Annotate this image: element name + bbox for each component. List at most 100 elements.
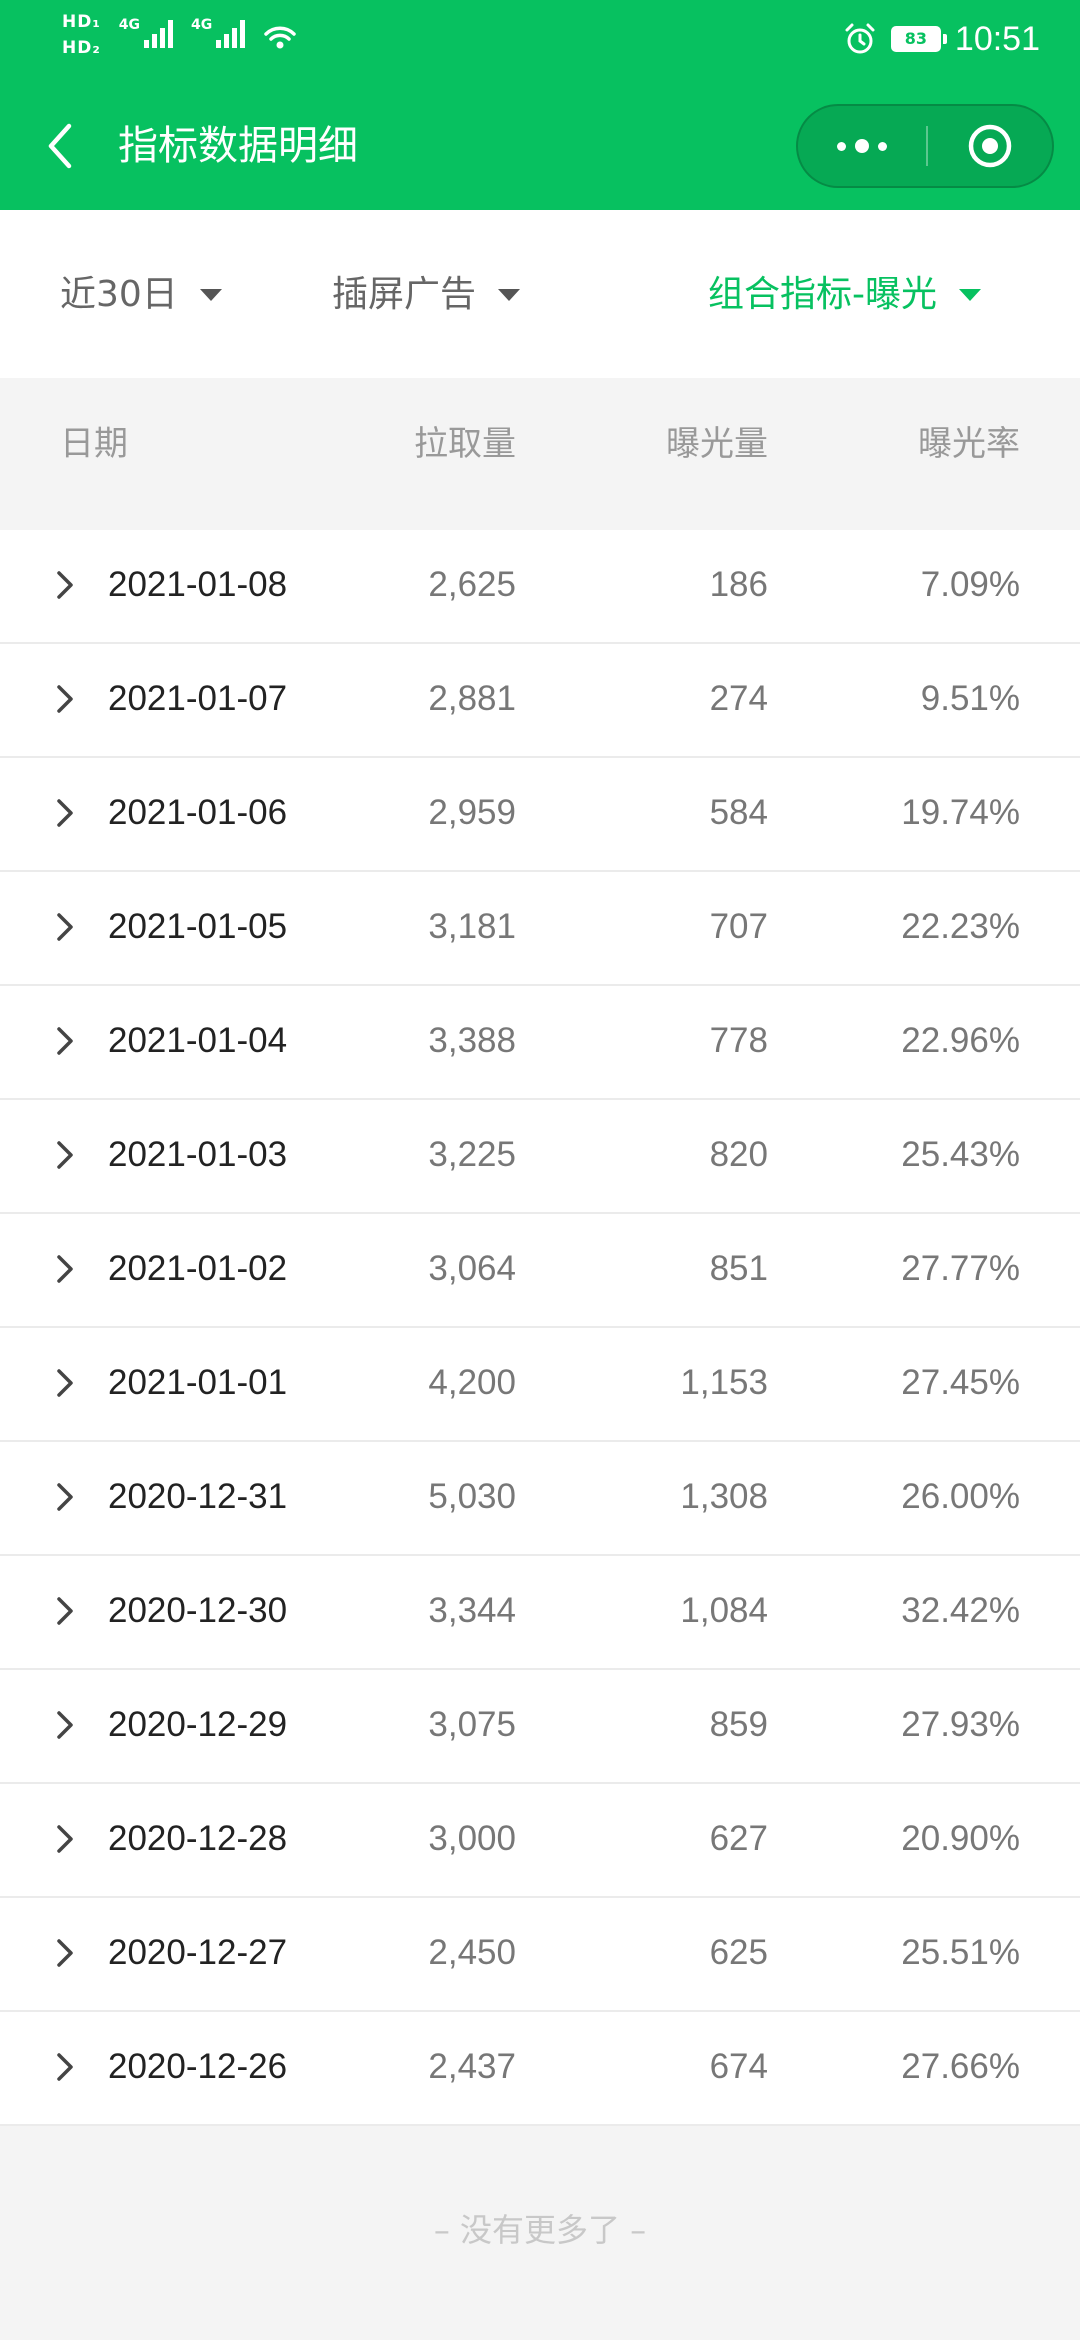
table-row[interactable]: 2020-12-31 5,030 1,308 26.00%	[0, 1442, 1080, 1556]
chevron-right-icon	[57, 1255, 73, 1283]
row-pull-count: 2,959	[428, 793, 516, 832]
column-header-pull: 拉取量	[414, 424, 516, 464]
back-button[interactable]	[32, 118, 88, 174]
chevron-right-icon	[57, 685, 73, 713]
chevron-right-icon	[57, 2053, 73, 2081]
table-row[interactable]: 2020-12-30 3,344 1,084 32.42%	[0, 1556, 1080, 1670]
page-title: 指标数据明细	[118, 123, 358, 169]
row-exposure-rate: 25.51%	[901, 1933, 1020, 1972]
row-exposure-count: 1,084	[680, 1591, 768, 1630]
row-exposure-count: 859	[709, 1705, 768, 1744]
row-date: 2021-01-01	[108, 1363, 288, 1402]
row-date: 2020-12-28	[108, 1819, 288, 1858]
table-row[interactable]: 2021-01-02 3,064 851 27.77%	[0, 1214, 1080, 1328]
row-date: 2020-12-29	[108, 1705, 288, 1744]
row-exposure-count: 674	[709, 2047, 768, 2086]
more-dots-icon	[837, 141, 846, 151]
row-exposure-count: 274	[709, 679, 768, 718]
chevron-right-icon	[57, 1369, 73, 1397]
miniprogram-capsule	[796, 104, 1054, 188]
filter-metric-label: 组合指标-曝光	[708, 274, 937, 315]
chevron-right-icon	[57, 571, 73, 599]
table-row[interactable]: 2021-01-08 2,625 186 7.09%	[0, 530, 1080, 644]
wifi-icon	[264, 26, 297, 49]
table-row[interactable]: 2021-01-07 2,881 274 9.51%	[0, 644, 1080, 758]
chevron-right-icon	[57, 913, 73, 941]
row-date: 2021-01-08	[108, 565, 288, 604]
row-date: 2021-01-05	[108, 907, 288, 946]
row-exposure-count: 584	[709, 793, 768, 832]
row-exposure-rate: 26.00%	[901, 1477, 1020, 1516]
row-date: 2020-12-31	[108, 1477, 288, 1516]
row-exposure-rate: 27.77%	[901, 1249, 1020, 1288]
nav-bar: 指标数据明细	[0, 96, 1080, 196]
row-date: 2021-01-06	[108, 793, 288, 832]
row-exposure-rate: 27.93%	[901, 1705, 1020, 1744]
table-row[interactable]: 2020-12-28 3,000 627 20.90%	[0, 1784, 1080, 1898]
chevron-right-icon	[57, 1027, 73, 1055]
row-exposure-rate: 27.45%	[901, 1363, 1020, 1402]
table-row[interactable]: 2021-01-06 2,959 584 19.74%	[0, 758, 1080, 872]
signal-icon: 4G	[118, 17, 174, 48]
row-date: 2020-12-27	[108, 1933, 288, 1972]
status-left: HD₁ HD₂ 4G 4G	[62, 12, 297, 58]
data-table: 2021-01-08 2,625 186 7.09% 2021-01-07 2,881 27…	[0, 530, 1080, 2126]
row-pull-count: 4,200	[428, 1363, 516, 1402]
caret-down-icon	[199, 289, 222, 301]
more-button[interactable]	[798, 106, 926, 186]
table-row[interactable]: 2020-12-26 2,437 674 27.66%	[0, 2012, 1080, 2126]
caret-down-icon	[498, 289, 521, 301]
network-type-2: 4G	[191, 17, 213, 33]
row-exposure-count: 627	[709, 1819, 768, 1858]
status-bar: HD₁ HD₂ 4G 4G 83 10:51	[0, 0, 1080, 80]
column-header-exposure: 曝光量	[666, 424, 768, 464]
table-row[interactable]: 2021-01-01 4,200 1,153 27.45%	[0, 1328, 1080, 1442]
filter-metric[interactable]: 组合指标-曝光	[708, 270, 981, 320]
capsule-close-icon	[968, 124, 1012, 168]
row-pull-count: 3,388	[428, 1021, 516, 1060]
row-date: 2021-01-07	[108, 679, 288, 718]
capsule-close-button[interactable]	[928, 106, 1052, 186]
no-more-text: – 没有更多了 –	[433, 2211, 647, 2249]
row-exposure-count: 186	[709, 565, 768, 604]
table-row[interactable]: 2020-12-29 3,075 859 27.93%	[0, 1670, 1080, 1784]
filter-ad-type[interactable]: 插屏广告	[332, 270, 521, 320]
chevron-right-icon	[57, 1483, 73, 1511]
network-type-1: 4G	[118, 17, 141, 33]
row-exposure-count: 778	[709, 1021, 768, 1060]
row-exposure-rate: 27.66%	[901, 2047, 1020, 2086]
column-header-date: 日期	[60, 424, 128, 464]
status-time: 10:51	[954, 19, 1040, 58]
chevron-right-icon	[57, 1711, 73, 1739]
caret-down-icon	[959, 289, 981, 301]
row-exposure-rate: 25.43%	[901, 1135, 1020, 1174]
row-pull-count: 3,181	[428, 907, 516, 946]
table-row[interactable]: 2021-01-05 3,181 707 22.23%	[0, 872, 1080, 986]
column-header-rate: 曝光率	[918, 424, 1020, 464]
table-header: 日期 拉取量 曝光量 曝光率	[0, 378, 1080, 508]
hd-indicators: HD₁ HD₂	[62, 12, 101, 58]
table-row[interactable]: 2021-01-03 3,225 820 25.43%	[0, 1100, 1080, 1214]
row-exposure-rate: 32.42%	[901, 1591, 1020, 1630]
chevron-right-icon	[57, 1141, 73, 1169]
filter-date-range[interactable]: 近30日	[60, 270, 222, 320]
row-exposure-rate: 7.09%	[920, 565, 1020, 604]
row-exposure-rate: 9.51%	[920, 679, 1020, 718]
filter-ad-type-label: 插屏广告	[332, 274, 477, 315]
row-exposure-rate: 20.90%	[901, 1819, 1020, 1858]
row-exposure-count: 1,308	[680, 1477, 768, 1516]
battery-icon: 83	[890, 26, 947, 52]
back-chevron-icon	[48, 123, 72, 169]
row-date: 2021-01-03	[108, 1135, 288, 1174]
row-pull-count: 3,064	[428, 1249, 516, 1288]
alarm-icon	[845, 23, 875, 54]
table-row[interactable]: 2020-12-27 2,450 625 25.51%	[0, 1898, 1080, 2012]
filter-date-range-label: 近30日	[60, 274, 178, 315]
row-exposure-count: 625	[709, 1933, 768, 1972]
app-header: HD₁ HD₂ 4G 4G 83 10:51 指标数据明细	[0, 0, 1080, 210]
row-pull-count: 2,437	[428, 2047, 516, 2086]
row-date: 2020-12-26	[108, 2047, 288, 2086]
table-row[interactable]: 2021-01-04 3,388 778 22.96%	[0, 986, 1080, 1100]
hd1-label: HD₁	[62, 12, 101, 32]
row-exposure-rate: 22.96%	[901, 1021, 1020, 1060]
